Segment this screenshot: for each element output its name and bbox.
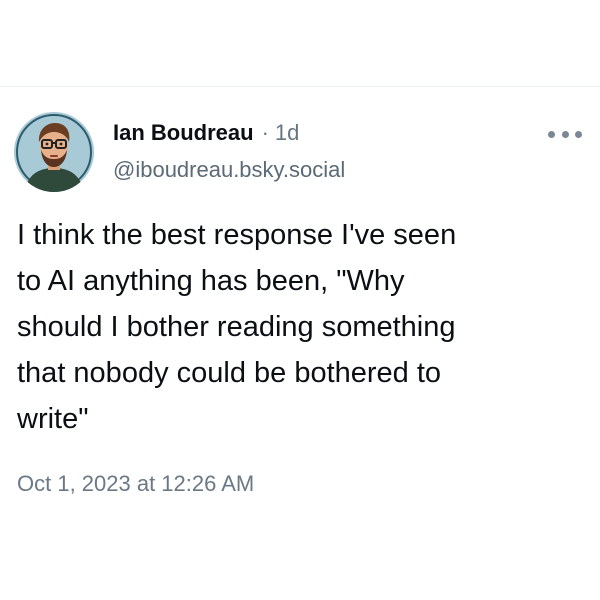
post-timestamp[interactable]: Oct 1, 2023 at 12:26 AM bbox=[17, 471, 254, 497]
author-display-name[interactable]: Ian Boudreau bbox=[113, 120, 254, 146]
author-handle[interactable]: @iboudreau.bsky.social bbox=[113, 157, 345, 183]
more-options-button[interactable] bbox=[548, 126, 582, 142]
post-age: 1d bbox=[274, 120, 300, 145]
separator-dot: · bbox=[261, 120, 269, 145]
post-text: I think the best response I've seen to A… bbox=[17, 219, 457, 435]
avatar-illustration bbox=[14, 112, 94, 192]
author-name-row: Ian Boudreau · 1d bbox=[113, 120, 299, 152]
more-horizontal-icon bbox=[548, 130, 555, 138]
more-horizontal-icon bbox=[561, 130, 569, 138]
more-horizontal-icon bbox=[575, 130, 582, 138]
avatar[interactable] bbox=[14, 112, 94, 192]
